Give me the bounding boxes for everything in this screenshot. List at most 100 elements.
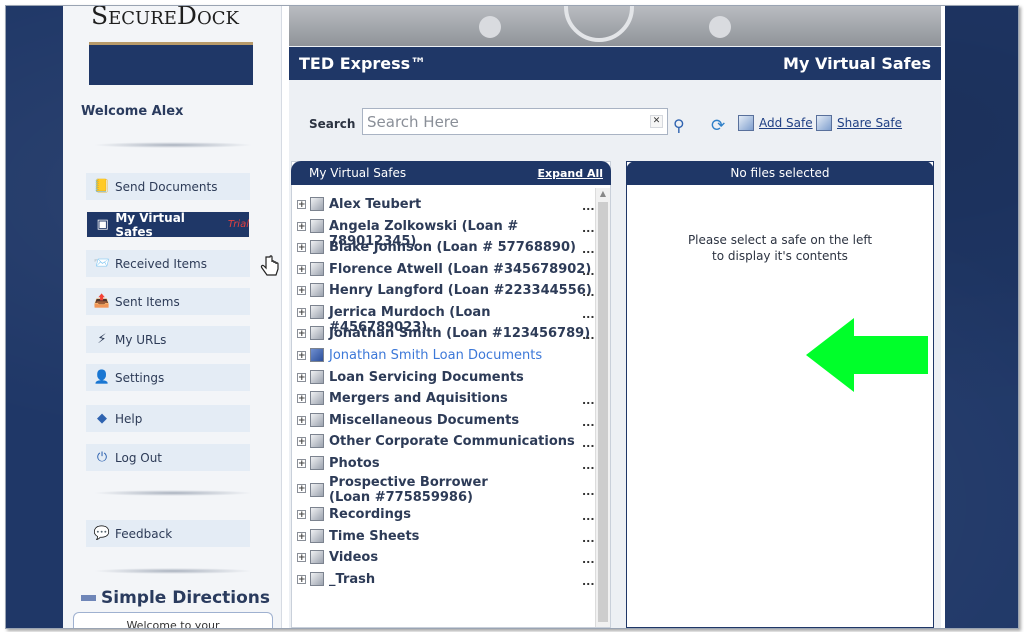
tree-scrollbar[interactable]: ▲: [595, 188, 610, 627]
search-input[interactable]: [365, 109, 639, 134]
logout-icon: ⏻: [96, 450, 108, 465]
expand-icon[interactable]: +: [297, 394, 306, 404]
more-menu[interactable]: ...: [582, 437, 595, 450]
page-title: My Virtual Safes: [783, 54, 931, 73]
add-safe-button[interactable]: Add Safe: [738, 115, 813, 131]
files-panel-header: No files selected: [626, 161, 934, 185]
expand-icon[interactable]: +: [297, 532, 306, 542]
safe-icon: [310, 305, 324, 319]
url-icon: ⚡: [97, 332, 107, 347]
logo: SecureDock: [91, 5, 239, 30]
scroll-up-icon[interactable]: ▲: [596, 188, 610, 200]
safe-icon: [310, 240, 324, 254]
expand-icon[interactable]: +: [297, 308, 306, 318]
sent-items-icon: 📤: [93, 294, 111, 309]
expand-icon[interactable]: +: [297, 222, 306, 232]
more-menu[interactable]: ...: [582, 394, 595, 407]
tree-item[interactable]: + Miscellaneous Documents...: [292, 413, 595, 429]
expand-icon[interactable]: +: [297, 200, 306, 210]
safe-icon: ▣: [96, 217, 109, 232]
more-menu[interactable]: ...: [582, 553, 595, 566]
expand-icon[interactable]: +: [297, 373, 306, 383]
safe-icon: [310, 434, 324, 448]
more-menu[interactable]: ...: [582, 222, 595, 235]
tree-item[interactable]: + Alex Teubert...: [292, 197, 595, 213]
expand-icon[interactable]: +: [297, 351, 306, 361]
open-safe-icon: [310, 348, 324, 362]
safe-icon: [310, 507, 324, 521]
nav-received-items[interactable]: 📨 Received Items: [86, 250, 250, 277]
more-menu[interactable]: ...: [582, 329, 595, 342]
empty-state-message: Please select a safe on the left to disp…: [687, 233, 873, 263]
tree-item[interactable]: + Mergers and Aquisitions...: [292, 391, 595, 407]
nav-settings[interactable]: 👤 Settings: [86, 364, 250, 391]
expand-icon[interactable]: +: [297, 575, 306, 585]
tree-item[interactable]: + Henry Langford (Loan #223344556)...: [292, 283, 595, 299]
nav-my-virtual-safes[interactable]: ▣ My Virtual Safes Trial: [86, 211, 250, 239]
more-menu[interactable]: ...: [582, 532, 595, 545]
refresh-icon[interactable]: ⟳: [711, 116, 725, 136]
expand-icon[interactable]: +: [297, 416, 306, 426]
expand-icon[interactable]: +: [297, 286, 306, 296]
nav-my-urls[interactable]: ⚡ My URLs: [86, 326, 250, 353]
expand-icon[interactable]: +: [297, 437, 306, 447]
nav-help[interactable]: ◆ Help: [86, 405, 250, 432]
expand-icon[interactable]: +: [297, 243, 306, 253]
more-menu[interactable]: ...: [582, 416, 595, 429]
help-icon: ◆: [97, 411, 107, 426]
nav-sent-items[interactable]: 📤 Sent Items: [86, 288, 250, 315]
nav-label: Settings: [115, 370, 165, 385]
more-menu[interactable]: ...: [582, 459, 595, 472]
expand-icon[interactable]: +: [297, 265, 306, 275]
safe-icon: [310, 483, 324, 497]
more-menu[interactable]: ...: [582, 485, 595, 498]
tree-item[interactable]: + Recordings...: [292, 507, 595, 523]
search-icon[interactable]: ⚲: [673, 116, 685, 135]
more-menu[interactable]: ...: [582, 243, 595, 256]
tree-item[interactable]: + Prospective Borrower (Loan #775859986).…: [292, 475, 595, 505]
expand-all-link[interactable]: Expand All: [538, 167, 604, 180]
more-menu[interactable]: ...: [582, 200, 595, 213]
send-documents-icon: 📒: [93, 179, 111, 194]
more-menu[interactable]: ...: [582, 286, 595, 299]
tree-item[interactable]: + Florence Atwell (Loan #345678902)...: [292, 262, 595, 278]
search-field[interactable]: ✕: [362, 108, 668, 135]
safe-icon: [310, 283, 324, 297]
simple-directions-heading[interactable]: Simple Directions: [81, 588, 270, 608]
nav-log-out[interactable]: ⏻ Log Out: [86, 444, 250, 471]
tree-item[interactable]: + Loan Servicing Documents: [292, 370, 592, 385]
more-menu[interactable]: ...: [582, 265, 595, 278]
clear-icon[interactable]: ✕: [650, 115, 663, 128]
tree-item-selected[interactable]: + Jonathan Smith Loan Documents: [292, 348, 592, 363]
page: SecureDock Welcome Alex 📒 Send Documents…: [63, 6, 945, 628]
tree-item[interactable]: + Time Sheets...: [292, 529, 595, 545]
expand-icon[interactable]: +: [297, 484, 306, 494]
tree-item[interactable]: + Jonathan Smith (Loan #123456789)...: [292, 326, 595, 342]
tree-item[interactable]: + _Trash...: [292, 572, 595, 588]
nav-label: Log Out: [115, 450, 163, 465]
safe-icon: [310, 197, 324, 211]
tree-item[interactable]: + Photos...: [292, 456, 595, 472]
expand-icon[interactable]: +: [297, 553, 306, 563]
more-menu[interactable]: ...: [582, 575, 595, 588]
tree-item[interactable]: + Other Corporate Communications...: [292, 434, 595, 450]
nav-feedback[interactable]: 💬 Feedback: [86, 520, 250, 547]
tree-item[interactable]: + Videos...: [292, 550, 595, 566]
green-arrow-annotation: [806, 318, 928, 392]
share-safe-button[interactable]: Share Safe: [816, 115, 902, 131]
expand-icon[interactable]: +: [297, 459, 306, 469]
tree-item[interactable]: + Blake Johnson (Loan # 57768890)...: [292, 240, 595, 256]
more-menu[interactable]: ...: [582, 308, 595, 321]
expand-icon[interactable]: +: [297, 329, 306, 339]
vault-banner-image: [289, 6, 941, 46]
settings-icon: 👤: [93, 370, 111, 385]
more-menu[interactable]: ...: [582, 510, 595, 523]
scroll-thumb[interactable]: [598, 202, 608, 622]
expand-icon[interactable]: +: [297, 510, 306, 520]
trial-badge: Trial: [227, 219, 249, 230]
directions-box: Welcome to your: [73, 612, 273, 628]
nav-send-documents[interactable]: 📒 Send Documents: [86, 173, 250, 200]
safe-icon: [310, 391, 324, 405]
safe-icon: [310, 413, 324, 427]
files-panel: No files selected Please select a safe o…: [626, 161, 934, 628]
